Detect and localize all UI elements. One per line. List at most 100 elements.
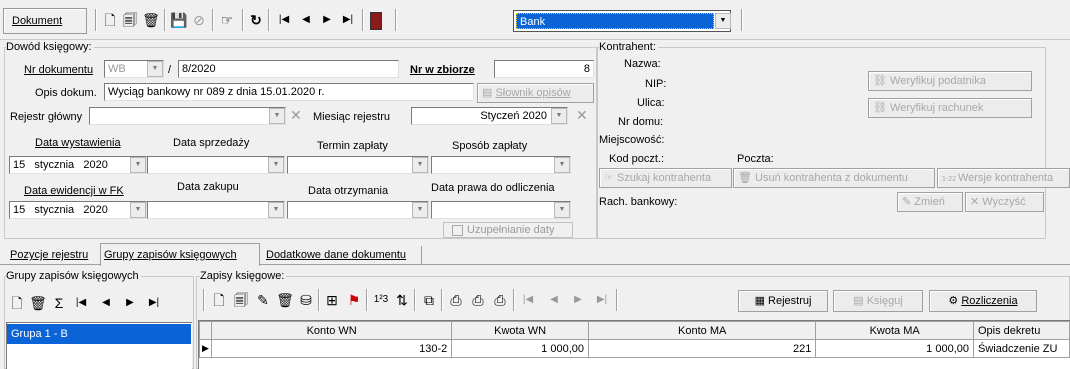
rejestr-select[interactable]: ▼: [89, 107, 286, 125]
cell-opis-dekretu[interactable]: Świadczenie ZU: [972, 339, 1070, 358]
zapis-last-icon[interactable]: ▶|: [593, 291, 611, 309]
zapis-edit-icon[interactable]: ✎: [254, 291, 272, 309]
cell-kwota-ma[interactable]: 1 000,00: [815, 339, 974, 358]
miesiac-select[interactable]: Styczeń 2020 ▼: [411, 107, 568, 125]
change-icon: ✎: [902, 196, 915, 208]
zapis-new-icon[interactable]: 🗋: [210, 291, 228, 309]
uzupelnianie-checkbox[interactable]: Uzupełnianie daty: [443, 222, 573, 238]
zapis-delete-all-icon[interactable]: ⛁: [297, 291, 315, 309]
data-prawa-input[interactable]: ▼: [431, 201, 571, 219]
wyczysc-button[interactable]: ✕ Wyczyść: [965, 192, 1044, 212]
cell-konto-ma[interactable]: 221: [587, 339, 817, 358]
zmien-button[interactable]: ✎ Zmień: [897, 192, 963, 212]
col-kwota-wn[interactable]: Kwota WN: [451, 321, 589, 340]
cancel-icon[interactable]: ⊘: [190, 11, 208, 29]
de-arrow[interactable]: ▼: [130, 202, 146, 218]
grupy-delete-icon[interactable]: 🗑: [29, 294, 47, 312]
zapis-delete-icon[interactable]: 🗑: [276, 291, 294, 309]
print-list-icon[interactable]: ⎙: [491, 291, 509, 309]
wersje-kontrahenta-button[interactable]: 1-22 Wersje kontrahenta: [937, 168, 1070, 188]
nr-w-zbiorze-input[interactable]: 8: [494, 60, 594, 78]
sposob-zaplaty-select[interactable]: ▼: [431, 156, 571, 174]
grupy-first-icon[interactable]: |◀: [72, 294, 90, 312]
rejestr-arrow[interactable]: ▼: [269, 108, 285, 124]
do-arrow[interactable]: ▼: [412, 202, 428, 218]
data-wystawienia-input[interactable]: 15 stycznia 2020 ▼: [9, 156, 147, 174]
last-record-icon[interactable]: ▶|: [339, 11, 357, 29]
rejestruj-button[interactable]: ▦ Rejestruj: [738, 290, 828, 312]
ds-arrow[interactable]: ▼: [268, 157, 284, 173]
data-otrzymania-input[interactable]: ▼: [287, 201, 429, 219]
poczta-label: Poczta:: [737, 153, 774, 165]
data-ewidencji-input[interactable]: 15 stycznia 2020 ▼: [9, 201, 147, 219]
col-opis-dekretu[interactable]: Opis dekretu: [972, 321, 1070, 340]
bank-select-arrow[interactable]: ▼: [715, 13, 731, 29]
cell-kwota-wn[interactable]: 1 000,00: [451, 339, 589, 358]
data-sprzedazy-input[interactable]: ▼: [147, 156, 285, 174]
new-document-icon[interactable]: 🗋: [101, 11, 119, 29]
grupy-list[interactable]: Grupa 1 - B: [6, 322, 192, 369]
col-konto-ma[interactable]: Konto MA: [587, 321, 817, 340]
szukaj-kontrahenta-button[interactable]: ☞ Szukaj kontrahenta: [599, 168, 732, 188]
pointer-list-icon[interactable]: ☞: [218, 11, 236, 29]
nr-prefix-arrow[interactable]: ▼: [147, 61, 163, 77]
opis-input[interactable]: Wyciąg bankowy nr 089 z dnia 15.01.2020 …: [104, 83, 474, 101]
next-record-icon[interactable]: ▶: [318, 11, 336, 29]
save-icon[interactable]: 💾: [170, 11, 188, 29]
slownik-label: Słownik opisów: [495, 87, 571, 99]
nr-prefix-select[interactable]: WB ▼: [104, 60, 164, 78]
grupy-next-icon[interactable]: ▶: [121, 294, 139, 312]
document-view-icon[interactable]: [370, 12, 382, 30]
tz-arrow[interactable]: ▼: [412, 157, 428, 173]
copy-document-icon[interactable]: 🗐: [121, 11, 139, 29]
usun-kontrahenta-button[interactable]: 🗑 Usuń kontrahenta z dokumentu: [733, 168, 935, 188]
delete-document-icon[interactable]: 🗑: [142, 11, 160, 29]
zapis-first-icon[interactable]: |◀: [519, 291, 537, 309]
grupy-last-icon[interactable]: ▶|: [145, 294, 163, 312]
zapis-next-icon[interactable]: ▶: [569, 291, 587, 309]
sz-arrow[interactable]: ▼: [554, 157, 570, 173]
col-kwota-ma[interactable]: Kwota MA: [815, 321, 974, 340]
dz-arrow[interactable]: ▼: [268, 202, 284, 218]
grupy-prev-icon[interactable]: ◀: [97, 294, 115, 312]
first-record-icon[interactable]: |◀: [275, 11, 293, 29]
dw-arrow[interactable]: ▼: [130, 157, 146, 173]
nr-dokumentu-input[interactable]: 8/2020: [178, 60, 399, 78]
rozliczenia-button[interactable]: ⚙ Rozliczenia: [929, 290, 1037, 312]
tab-dodatkowe-dane[interactable]: Dodatkowe dane dokumentu: [262, 246, 422, 264]
prev-record-icon[interactable]: ◀: [297, 11, 315, 29]
slownik-button[interactable]: ▤ Słownik opisów: [477, 83, 594, 103]
zapis-mark-icon[interactable]: ⚑: [345, 291, 363, 309]
zapis-sort-icon[interactable]: ⇅: [393, 291, 411, 309]
data-prawa-label: Data prawa do odliczenia: [431, 182, 555, 194]
weryfikuj-rachunek-button[interactable]: ⛓ Weryfikuj rachunek: [868, 98, 1032, 118]
document-menu-button[interactable]: Dokument: [3, 8, 87, 34]
zapis-preview-icon[interactable]: ⧉: [420, 291, 438, 309]
grupy-new-icon[interactable]: 🗋: [8, 294, 26, 312]
zapis-split-icon[interactable]: ⊞: [323, 291, 341, 309]
cell-konto-wn[interactable]: 130-2: [210, 339, 453, 358]
bank-select[interactable]: Bank ▼: [513, 10, 731, 32]
tab-pozycje-rejestru[interactable]: Pozycje rejestru: [4, 246, 100, 264]
ksieguj-button[interactable]: ▤ Księguj: [833, 290, 923, 312]
kontrahent-title: Kontrahent:: [599, 40, 658, 54]
rejestr-clear-icon[interactable]: ✕: [290, 108, 302, 122]
weryfikuj-podatnika-button[interactable]: ⛓ Weryfikuj podatnika: [868, 71, 1032, 91]
dp-arrow[interactable]: ▼: [554, 202, 570, 218]
de-day: 15: [13, 204, 26, 216]
refresh-icon[interactable]: ↻: [247, 11, 265, 29]
zapis-numbering-icon[interactable]: 1²3: [372, 291, 390, 309]
zapis-prev-icon[interactable]: ◀: [545, 291, 563, 309]
miesiac-clear-icon[interactable]: ✕: [576, 108, 588, 122]
zapis-copy-icon[interactable]: 🗐: [232, 291, 250, 309]
miesiac-arrow[interactable]: ▼: [551, 108, 567, 124]
data-zakupu-input[interactable]: ▼: [147, 201, 285, 219]
print-icon[interactable]: ⎙: [447, 291, 465, 309]
list-item[interactable]: Grupa 1 - B: [7, 324, 191, 344]
tab-grupy-zapisow[interactable]: Grupy zapisów księgowych: [100, 243, 260, 266]
table-row[interactable]: ▶ 130-2 1 000,00 221 1 000,00 Świadczeni…: [199, 339, 1070, 358]
termin-zaplaty-input[interactable]: ▼: [287, 156, 429, 174]
print-settings-icon[interactable]: ⎙: [469, 291, 487, 309]
col-konto-wn[interactable]: Konto WN: [210, 321, 453, 340]
grupy-sum-icon[interactable]: Σ: [50, 294, 68, 312]
